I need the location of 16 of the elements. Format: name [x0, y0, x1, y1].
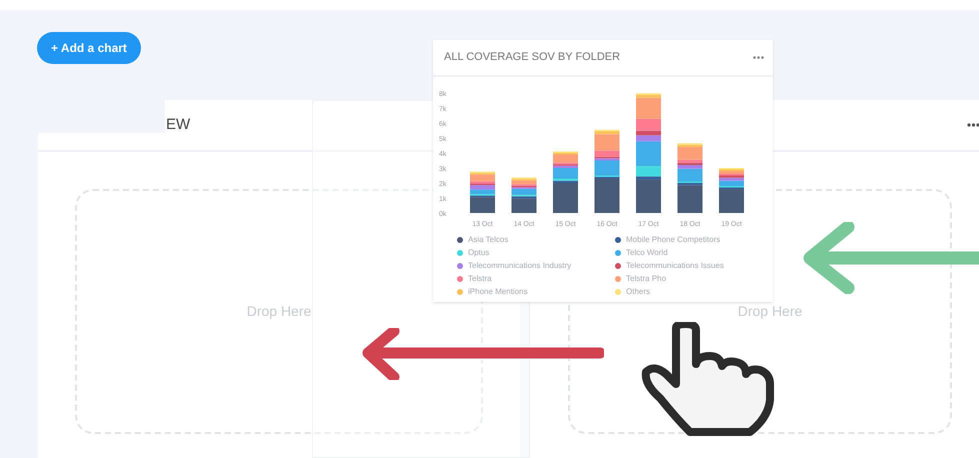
- legend-label: Others: [626, 286, 650, 298]
- legend-label: Optus: [468, 246, 490, 258]
- legend-label: Telecommunications Industry: [468, 260, 572, 272]
- more-icon[interactable]: [753, 56, 764, 59]
- legend-label: Telstra Pho: [626, 272, 666, 284]
- add-chart-button[interactable]: + Add a chart: [37, 32, 141, 64]
- chart-title: ALL COVERAGE SOV BY FOLDER: [444, 50, 620, 66]
- legend-label: iPhone Mentions: [468, 286, 528, 298]
- legend-label: Telecommunications Issues: [626, 260, 724, 272]
- legend-label: Telco World: [626, 246, 668, 258]
- legend-label: Asia Telcos: [468, 234, 508, 246]
- card-title: EW: [166, 114, 190, 135]
- legend-label: Telstra: [468, 272, 492, 284]
- legend-label: Mobile Phone Competitors: [626, 234, 720, 246]
- more-icon[interactable]: [967, 123, 979, 127]
- hand-cursor-icon: [640, 322, 776, 438]
